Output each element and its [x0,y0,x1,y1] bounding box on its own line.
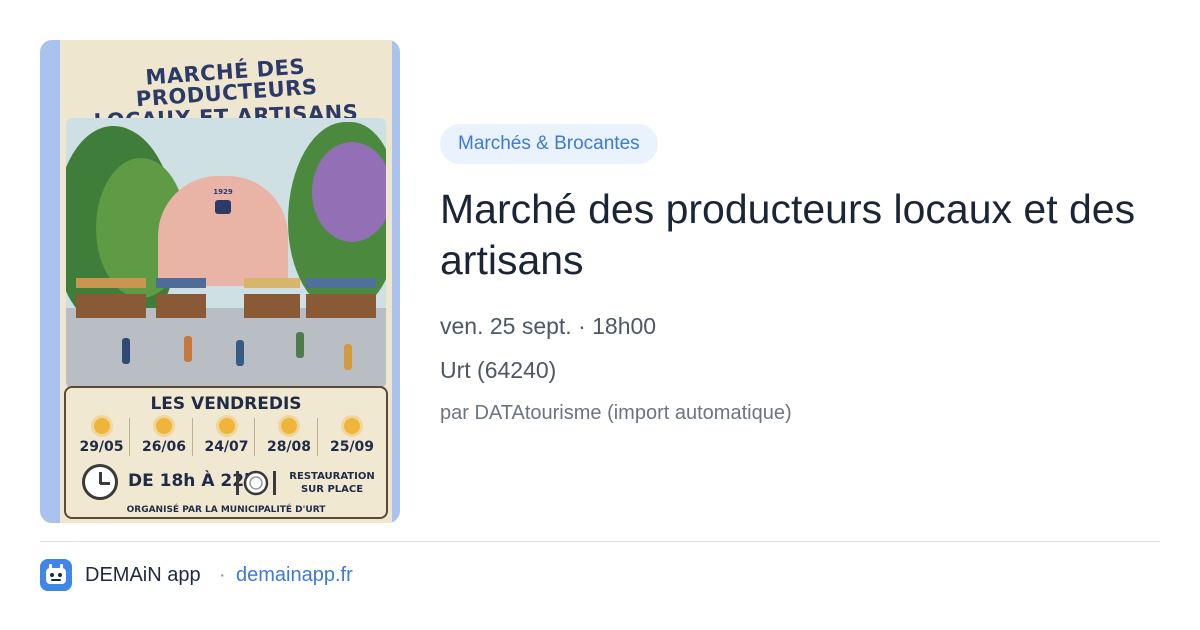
poster-date-item: 29/05 [74,418,130,456]
poster-organiser: ORGANISÉ PAR LA MUNICIPALITÉ D'URT [126,505,326,515]
sun-icon [156,418,172,434]
market-stall [306,278,376,318]
cutlery-icon [236,470,276,496]
event-poster-image: MARCHÉ DES PRODUCTEURS LOCAUX ET ARTISAN… [60,40,392,523]
poster-date: 25/09 [329,439,375,455]
event-location: Urt (64240) [440,357,557,383]
poster-restauration: RESTAURATION SUR PLACE [289,471,375,495]
demain-app-icon [40,559,72,591]
poster-date-item: 28/08 [262,418,318,456]
poster-illustration: 1929 [66,118,386,388]
event-source: par DATAtourisme (import automatique) [440,402,792,424]
event-poster-card[interactable]: MARCHÉ DES PRODUCTEURS LOCAUX ET ARTISAN… [40,40,400,523]
poster-days-title: LES VENDREDIS [150,394,302,414]
sun-icon [218,418,235,434]
shopper-figure [184,336,192,362]
poster-schedule-panel: LES VENDREDIS 29/05 26/06 24/07 28/08 25… [64,386,388,519]
flowering-tree [312,142,386,242]
shopper-figure [236,340,244,366]
market-square-ground [66,308,386,388]
footer-separator: · [219,564,226,586]
shopper-figure [296,332,304,358]
poster-date: 26/06 [141,439,187,455]
shopper-figure [122,338,130,364]
sun-icon [281,418,297,434]
app-url-link[interactable]: demainapp.fr [236,564,353,587]
poster-date: 24/07 [204,439,249,455]
category-tag[interactable]: Marchés & Brocantes [440,124,658,164]
sun-icon [93,418,110,434]
poster-date: 28/08 [266,439,312,455]
shopper-figure [344,344,352,370]
fronton-wall: 1929 [158,176,288,286]
footer-divider [40,541,1160,542]
poster-date-item: 26/06 [137,418,193,456]
sun-icon [344,418,360,434]
clock-icon [82,464,118,500]
poster-date: 29/05 [79,439,124,455]
fronton-year: 1929 [213,188,233,196]
poster-date-item: 25/09 [324,418,380,456]
app-name[interactable]: DEMAiN app [85,564,201,587]
poster-date-item: 24/07 [199,418,255,456]
poster-title: MARCHÉ DES PRODUCTEURS LOCAUX ET ARTISAN… [60,48,392,133]
market-stall [244,278,300,318]
poster-dates: 29/05 26/06 24/07 28/08 25/09 [74,418,380,456]
market-stall [156,278,206,318]
event-date: ven. 25 sept. · 18h00 [440,313,657,339]
market-stall [76,278,146,318]
event-title[interactable]: Marché des producteurs locaux et des art… [440,184,1160,286]
fronton-crest-icon [215,200,231,214]
